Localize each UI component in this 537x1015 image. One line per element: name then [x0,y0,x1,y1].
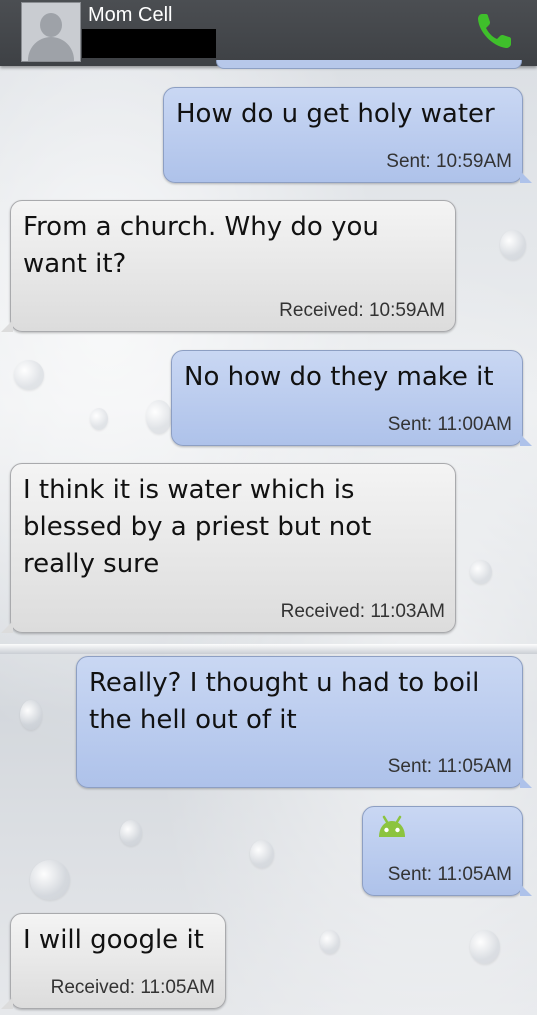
message-text: No how do they make it [184,362,494,392]
message-bubble-received[interactable]: I think it is water which is blessed by … [1,463,456,633]
water-drop [120,820,142,846]
call-button[interactable] [474,8,518,52]
contact-name: Mom Cell [88,4,173,26]
previous-message-bubble-edge [216,60,522,69]
water-drop [250,840,274,868]
message-bubble-sent[interactable]: No how do they make it Sent: 11:00AM [171,350,532,446]
message-timestamp: Received: 11:05AM [50,977,215,998]
message-text: From a church. Why do you want it? [23,212,379,279]
water-drop [30,860,70,900]
message-timestamp: Received: 11:03AM [280,601,445,622]
water-drop [500,230,526,260]
message-timestamp: Received: 10:59AM [279,300,445,321]
message-bubble-sent[interactable]: Sent: 11:05AM [362,806,532,896]
message-bubble-sent[interactable]: How do u get holy water Sent: 10:59AM [163,87,532,183]
message-text: Really? I thought u had to boil the hell… [89,668,480,735]
redacted-phone-number [82,29,216,58]
screen-divider [0,644,537,654]
water-drop [14,360,44,390]
message-timestamp: Sent: 11:05AM [387,756,512,777]
message-text: I think it is water which is blessed by … [23,475,372,579]
message-timestamp: Sent: 10:59AM [386,151,512,172]
water-drop [90,408,108,430]
avatar-body-shape [28,37,74,61]
message-text: How do u get holy water [176,99,495,129]
water-drop [320,930,340,954]
message-timestamp: Sent: 11:05AM [387,864,512,885]
water-drop [20,700,42,730]
phone-icon [478,14,511,48]
message-bubble-sent[interactable]: Really? I thought u had to boil the hell… [76,656,532,788]
avatar[interactable] [21,2,81,62]
water-drop [146,400,172,434]
message-text: I will google it [23,925,204,955]
message-bubble-received[interactable]: I will google it Received: 11:05AM [1,913,226,1009]
android-emoticon-icon [379,815,405,837]
conversation-header: Mom Cell [0,0,537,66]
avatar-head-shape [40,13,62,37]
water-drop [470,560,492,584]
water-drop [470,930,500,964]
message-bubble-received[interactable]: From a church. Why do you want it? Recei… [1,200,456,332]
message-timestamp: Sent: 11:00AM [387,414,512,435]
